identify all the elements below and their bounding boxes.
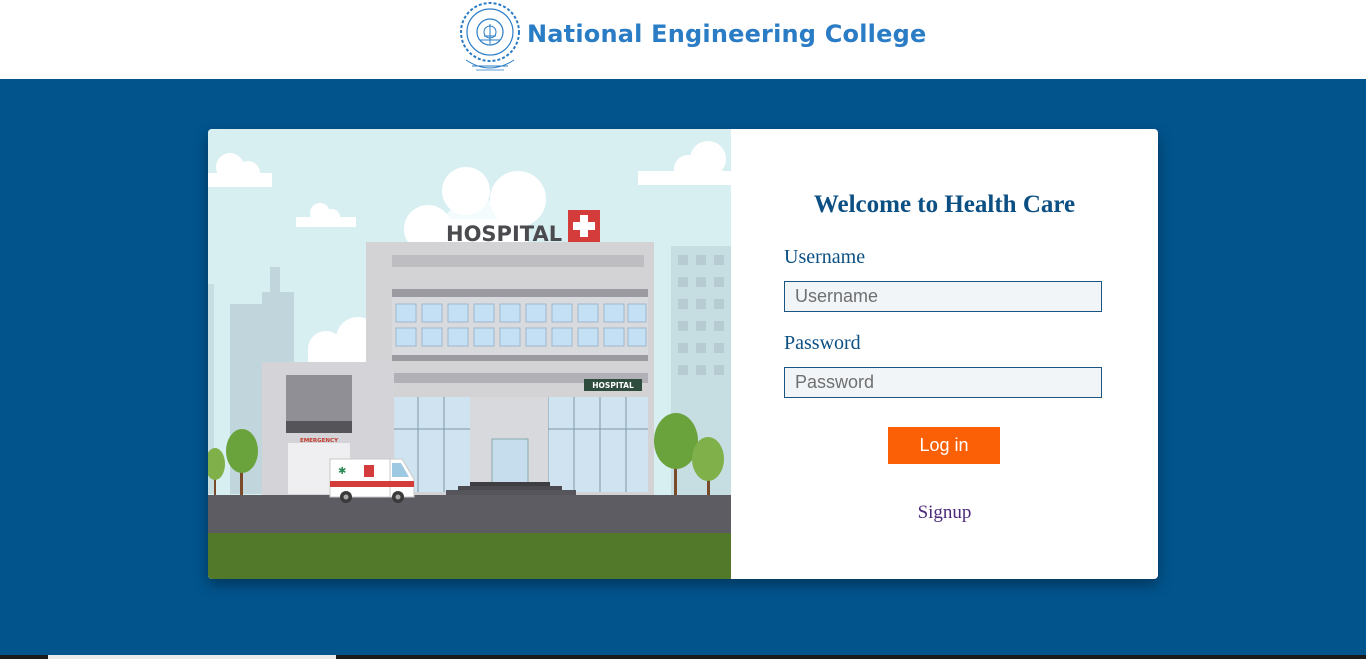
ambulance-icon: ✱ xyxy=(329,458,415,503)
password-input[interactable] xyxy=(784,367,1102,398)
top-header: National Engineering College xyxy=(0,0,1366,79)
username-label: Username xyxy=(784,246,866,268)
login-button[interactable]: Log in xyxy=(888,427,1000,464)
hospital-illustration: HOSPITAL HOSPITAL EMERGENCY ✱ xyxy=(208,129,731,579)
college-seal-icon xyxy=(460,2,520,71)
signup-link[interactable]: Signup xyxy=(731,502,1158,524)
bottom-scrollbar[interactable] xyxy=(0,655,1366,659)
password-label: Password xyxy=(784,332,861,354)
login-form: Welcome to Health Care Username Password… xyxy=(731,129,1158,579)
college-name: National Engineering College xyxy=(527,20,927,48)
page-title: Welcome to Health Care xyxy=(813,191,1076,218)
scrollbar-thumb[interactable] xyxy=(48,655,336,659)
login-card: HOSPITAL HOSPITAL EMERGENCY ✱ Welcome to… xyxy=(208,129,1158,579)
emergency-label: EMERGENCY xyxy=(300,438,339,444)
hospital-cross-icon xyxy=(568,210,600,242)
svg-text:✱: ✱ xyxy=(338,466,346,477)
hospital-sign: HOSPITAL xyxy=(446,222,562,246)
small-hospital-sign: HOSPITAL xyxy=(592,381,634,390)
username-input[interactable] xyxy=(784,281,1102,312)
